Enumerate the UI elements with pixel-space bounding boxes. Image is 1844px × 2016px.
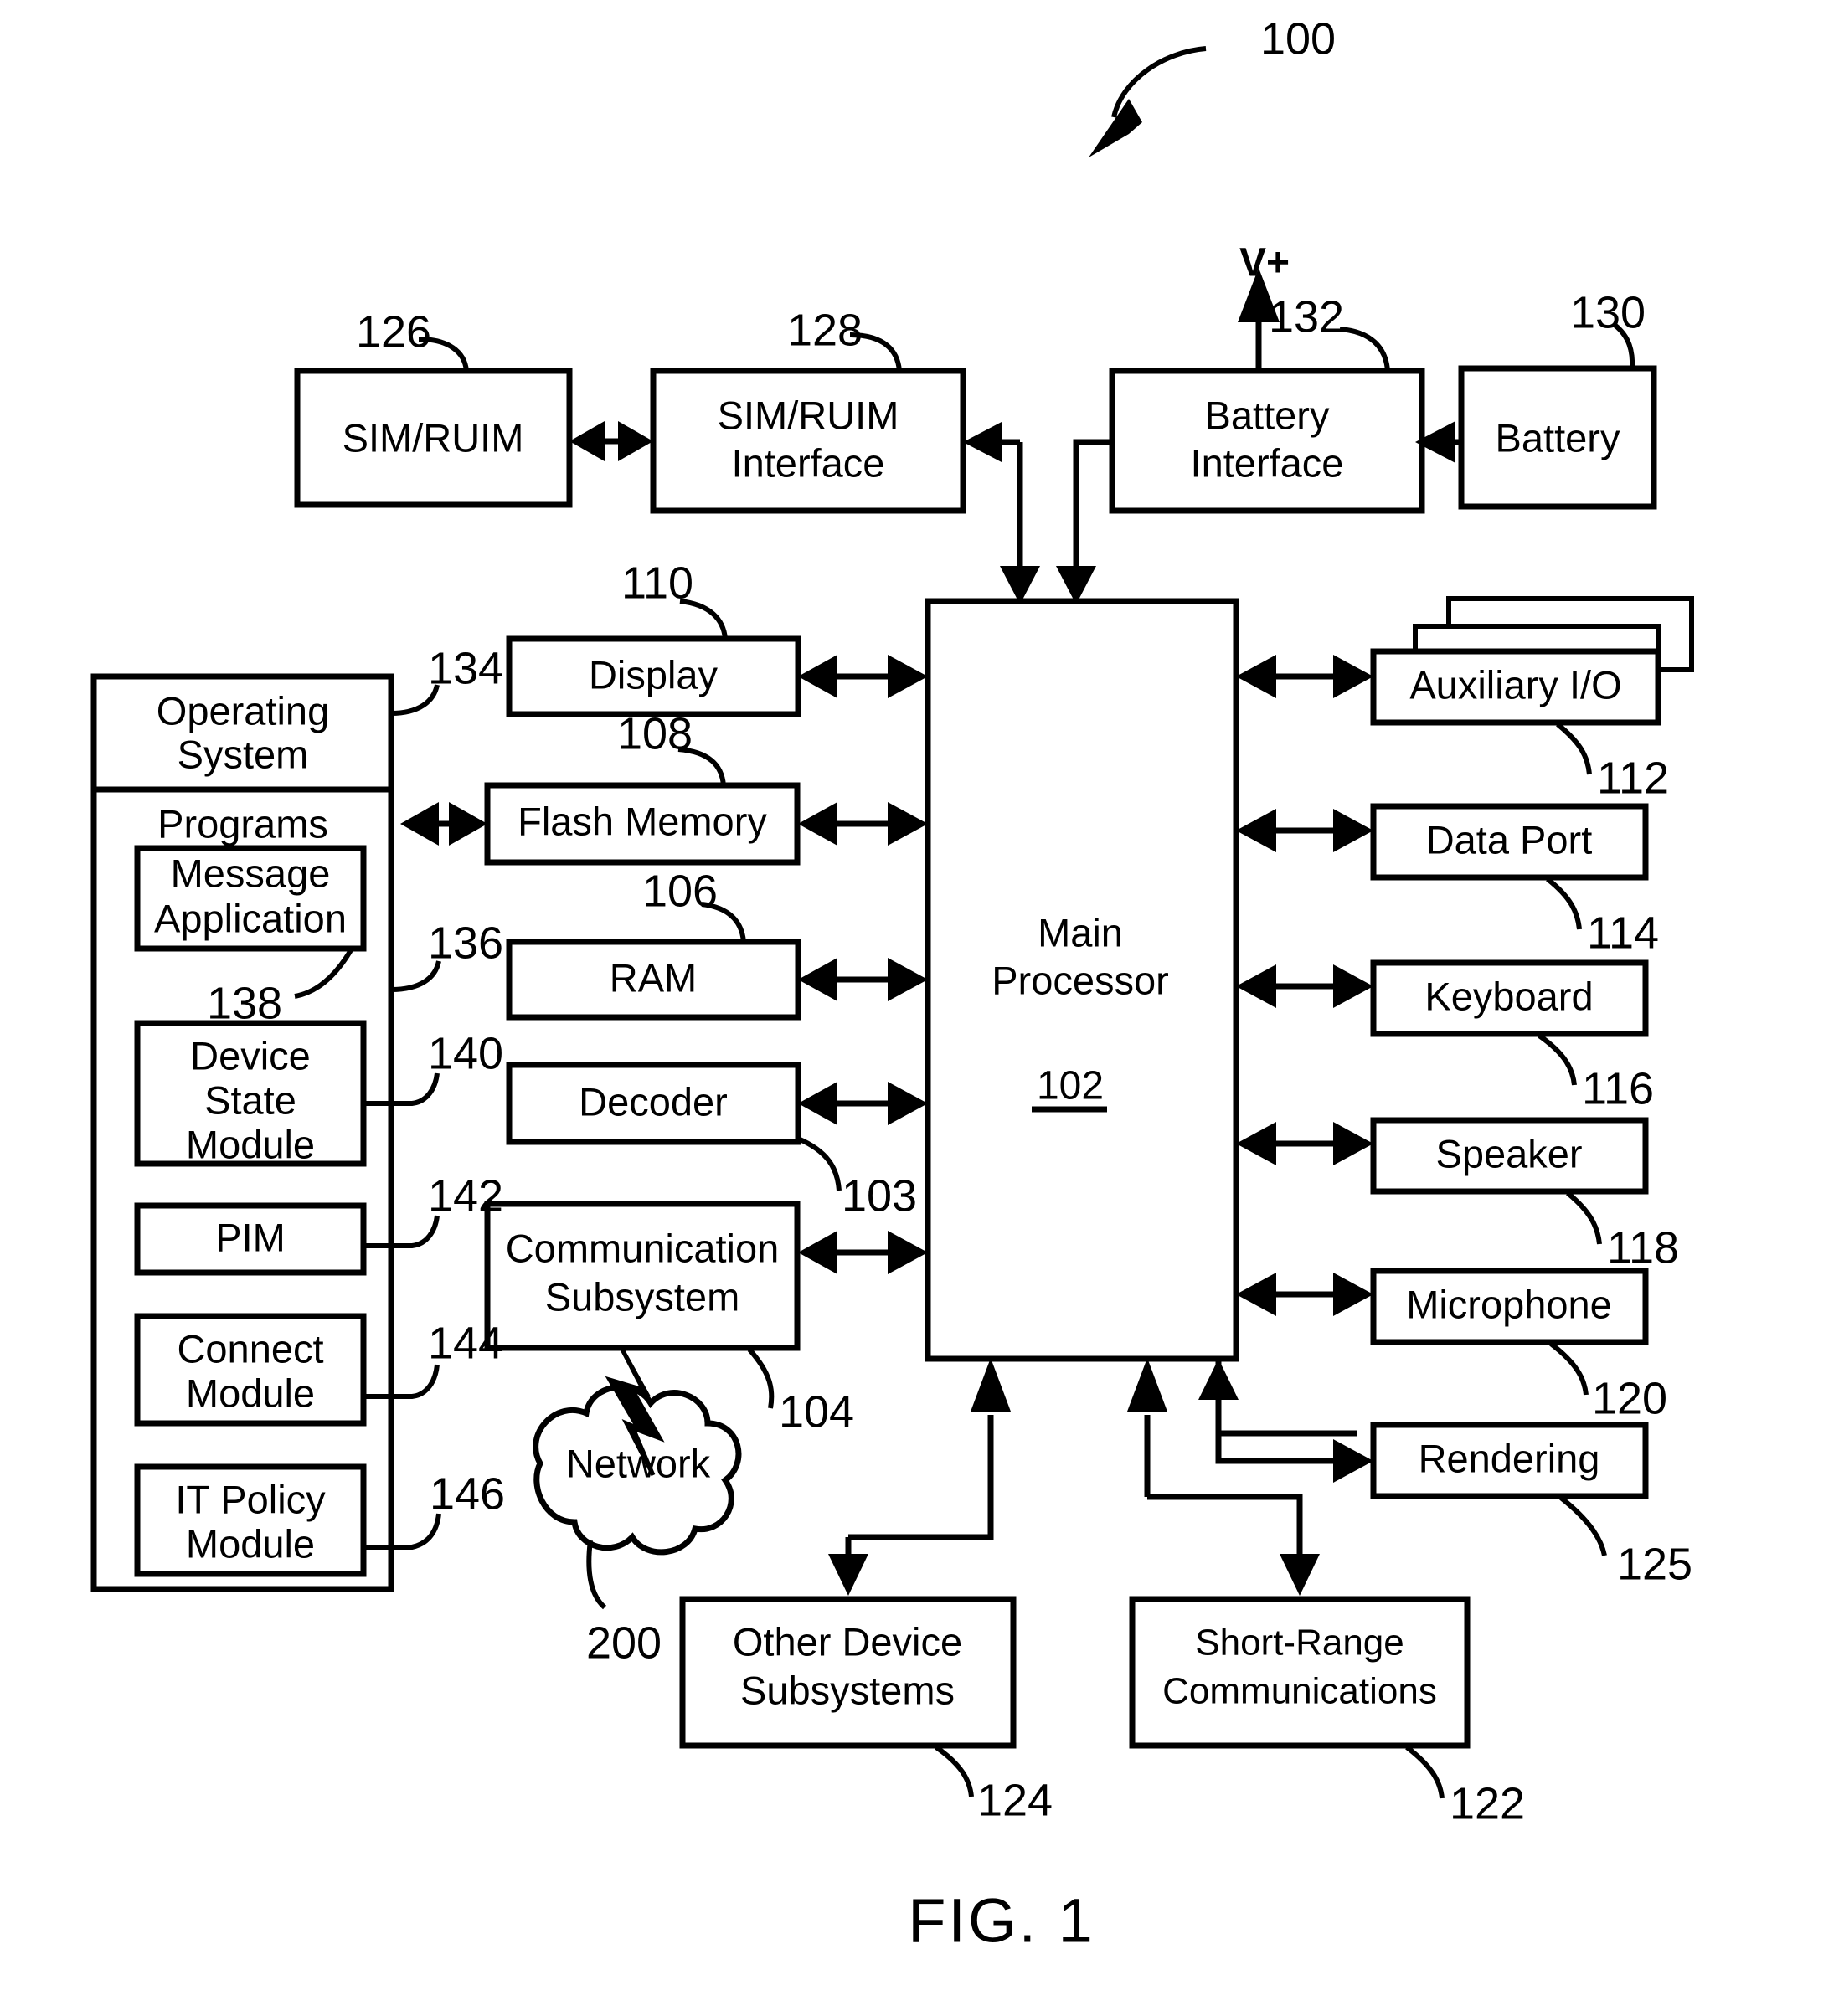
auxiliary-io-leader [1556,722,1592,775]
battery-interface-label-line1: Battery [1205,393,1330,437]
rendering-ref: 125 [1617,1539,1692,1589]
pim-label: PIM [215,1215,286,1259]
battery-ref: 130 [1570,287,1646,337]
connector-siminterface-to-processor [963,422,1040,604]
speaker-label: Speaker [1435,1131,1582,1175]
sim-ruim-interface-label-line1: SIM/RUIM [718,393,899,437]
pim-ref: 142 [428,1170,503,1221]
data-port-ref: 114 [1587,908,1659,958]
other-device-subsystems-leader [935,1745,974,1797]
operating-system-label-line1: Operating [157,688,329,733]
operating-system-label-line2: System [178,732,309,776]
connector-batteryinterface-to-processor [1056,439,1112,604]
connect-module-ref: 144 [428,1318,503,1368]
display-ref: 110 [621,558,693,608]
programs-label: Programs [157,801,328,846]
arrow-processor-keyboard [1236,964,1373,1008]
arrow-comm-processor [798,1231,928,1274]
arrow-software-flash [400,802,487,846]
connect-module-label-line2: Module [186,1371,315,1415]
arrow-sim-to-interface [569,421,653,461]
other-device-subsystems-ref: 124 [977,1775,1053,1825]
programs-ref: 136 [428,918,503,968]
communication-subsystem-label-line1: Communication [506,1226,780,1270]
sim-ruim-interface-label-line2: Interface [732,440,885,485]
sim-ruim-ref: 126 [356,306,431,357]
network-label: Network [566,1441,711,1485]
it-policy-module-ref: 146 [430,1468,505,1519]
device-state-module-label-line1: Device [190,1033,311,1077]
sim-ruim-interface-ref: 128 [787,305,863,355]
communication-subsystem-label-line2: Subsystem [545,1274,739,1319]
connect-module-label-line1: Connect [177,1326,323,1371]
data-port-leader [1546,877,1582,930]
speaker-leader [1566,1191,1602,1245]
device-state-module-label-line3: Module [186,1122,315,1166]
microphone-leader [1549,1341,1589,1396]
ram-ref: 106 [642,866,718,916]
short-range-communications-label-line1: Short-Range [1195,1623,1404,1664]
v-plus-label: V+ [1239,241,1290,285]
main-processor-label-line2: Processor [992,958,1169,1002]
decoder-label: Decoder [579,1079,728,1124]
other-device-subsystems-label-line2: Subsystems [740,1668,955,1712]
battery-label: Battery [1496,415,1620,460]
it-policy-module-label-line1: IT Policy [175,1477,326,1521]
figure-caption: FIG. 1 [908,1886,1095,1956]
decoder-leader [796,1136,842,1191]
device-state-module-label-line2: State [204,1077,296,1122]
auxiliary-io-ref: 112 [1597,753,1669,803]
keyboard-ref: 116 [1582,1063,1654,1113]
microphone-label: Microphone [1406,1282,1612,1326]
device-state-module-ref: 140 [428,1028,503,1078]
operating-system-ref: 134 [428,643,503,693]
arrow-display-processor [798,655,928,698]
other-device-subsystems-label-line1: Other Device [733,1619,962,1664]
connector-processor-otherdevice [828,1358,1011,1596]
arrow-processor-microphone [1236,1273,1373,1316]
short-range-communications-label-line2: Communications [1162,1671,1437,1712]
auxiliary-io-label: Auxiliary I/O [1409,662,1621,707]
main-processor-ref: 102 [1037,1064,1104,1108]
sim-ruim-label: SIM/RUIM [343,415,524,460]
arrow-processor-rendering [1198,1359,1373,1483]
flash-memory-label: Flash Memory [518,799,767,843]
message-application-label-line1: Message [171,851,331,895]
data-port-label: Data Port [1426,817,1593,861]
network-leader [586,1540,607,1610]
arrow-processor-speaker [1236,1122,1373,1165]
battery-interface-ref: 132 [1269,291,1344,342]
patent-figure-1: 100 SIM/RUIM 126 SIM/RUIM Interface 128 … [0,0,1844,2016]
short-range-communications-ref: 122 [1450,1778,1525,1828]
arrow-flash-processor [798,802,928,846]
rendering-leader [1559,1495,1607,1556]
ram-label: RAM [610,955,697,1000]
it-policy-module-label-line2: Module [186,1521,315,1566]
communication-subsystem-leader [747,1348,775,1409]
message-application-label-line2: Application [154,896,347,940]
arrow-processor-auxio [1236,655,1373,698]
system-ref-label: 100 [1260,13,1336,64]
microphone-ref: 120 [1592,1373,1667,1423]
arrow-ram-processor [798,958,928,1001]
speaker-ref: 118 [1607,1222,1679,1273]
rendering-label: Rendering [1419,1436,1600,1480]
short-range-communications-leader [1405,1745,1445,1799]
flash-memory-ref: 108 [617,708,693,759]
keyboard-leader [1538,1033,1577,1086]
main-processor-label-line1: Main [1038,910,1123,954]
block-diagram-canvas: 100 SIM/RUIM 126 SIM/RUIM Interface 128 … [90,13,1694,1956]
network-ref: 200 [586,1617,662,1668]
battery-interface-leader [1339,327,1390,372]
battery-interface-label-line2: Interface [1191,440,1344,485]
arrow-processor-dataport [1236,809,1373,852]
keyboard-label: Keyboard [1424,974,1593,1018]
communication-subsystem-ref: 104 [779,1386,854,1437]
system-ref-pointer [1089,46,1207,157]
decoder-ref: 103 [842,1170,917,1221]
arrow-decoder-processor [798,1082,928,1125]
display-label: Display [589,652,719,697]
